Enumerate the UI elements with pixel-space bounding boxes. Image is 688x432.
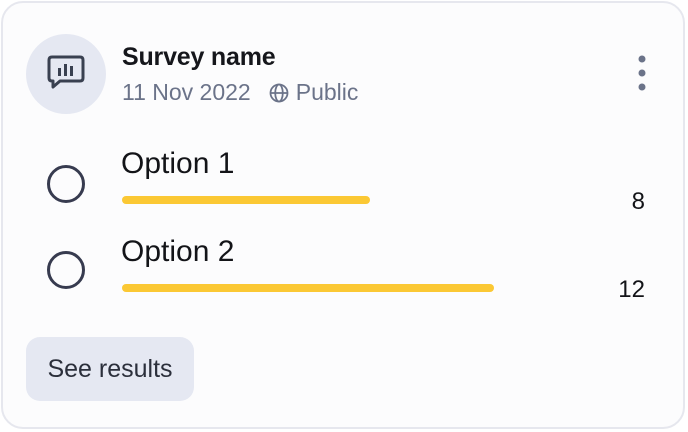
poll-chart-icon bbox=[46, 53, 86, 96]
more-options-button[interactable] bbox=[625, 51, 659, 99]
survey-avatar bbox=[26, 34, 106, 114]
option-1-label: Option 1 bbox=[121, 147, 235, 180]
option-2-bar bbox=[122, 284, 622, 292]
survey-title: Survey name bbox=[122, 43, 276, 71]
option-2-label: Option 2 bbox=[121, 235, 235, 268]
option-1-bar-fill bbox=[122, 196, 370, 204]
survey-date: 11 Nov 2022 bbox=[122, 79, 251, 105]
more-vertical-icon bbox=[637, 54, 647, 97]
option-2-bar-fill bbox=[122, 284, 494, 292]
globe-icon bbox=[269, 83, 289, 103]
visibility-label: Public bbox=[295, 79, 359, 105]
see-results-button[interactable]: See results bbox=[26, 337, 194, 401]
option-1-radio[interactable] bbox=[47, 165, 85, 203]
option-2-count: 12 bbox=[618, 276, 645, 303]
poll-option-1[interactable]: Option 1 8 bbox=[3, 145, 683, 225]
poll-option-2[interactable]: Option 2 12 bbox=[3, 233, 683, 313]
option-1-bar bbox=[122, 196, 622, 204]
option-2-radio[interactable] bbox=[47, 251, 85, 289]
survey-meta: 11 Nov 2022 Public bbox=[122, 79, 358, 106]
option-1-count: 8 bbox=[631, 188, 645, 215]
survey-card: Survey name 11 Nov 2022 Public Option 1 … bbox=[1, 1, 685, 429]
